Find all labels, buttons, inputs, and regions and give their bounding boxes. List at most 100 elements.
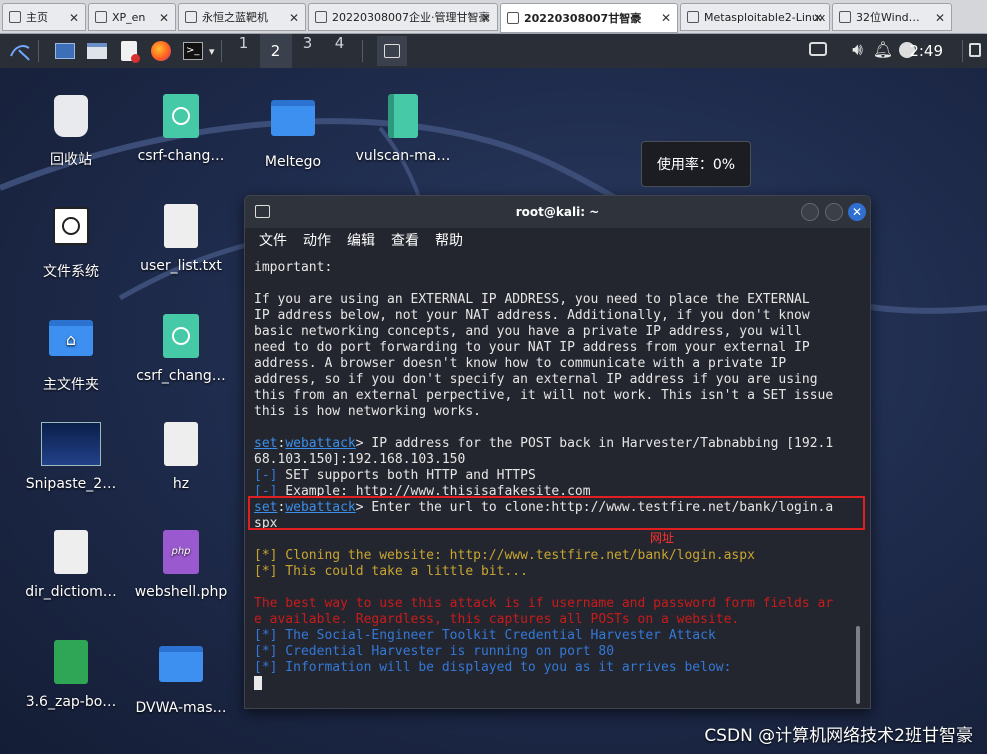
chevron-down-icon[interactable]: ▾ (209, 45, 215, 58)
workspace-3[interactable]: 3 (292, 34, 324, 68)
terminal-line: need to do port forwarding to your NAT I… (254, 340, 845, 356)
workspace-4[interactable]: 4 (324, 34, 356, 68)
menu-item[interactable]: 帮助 (435, 228, 463, 254)
desktop-icon-label: vulscan-ma… (355, 148, 451, 164)
terminal-title: root@kali: ~ (515, 205, 600, 219)
highlight-label: 网址 (650, 531, 675, 545)
desktop-icon-label: 3.6_zap-bo… (25, 694, 117, 710)
host-tab[interactable]: XP_en ✕ (88, 3, 176, 31)
terminal-text: SET supports both HTTP and HTTPS (277, 468, 536, 483)
terminal-line: If you are using an EXTERNAL IP ADDRESS,… (254, 292, 845, 308)
host-tab-bar: 主页 ✕ XP_en ✕ 永恒之蓝靶机 ✕ 20220308007企业·管理甘智豪 ✕ 2022… (0, 0, 987, 34)
desktop-icon[interactable]: Meltego (238, 92, 348, 170)
terminal-scrollbar[interactable] (856, 626, 860, 704)
terminal-text: IP address below, not your NAT address. … (254, 308, 810, 323)
desktop-icon[interactable]: ⌂ 主文件夹 (16, 312, 126, 394)
desktop-icon[interactable]: php webshell.php (126, 528, 236, 600)
usage-tooltip: 使用率：0% (641, 141, 751, 187)
desktop-icon-label: Meltego (264, 154, 322, 170)
host-tab-label: 20220308007企业·管理甘智豪 (332, 11, 490, 24)
terminal-cursor (254, 676, 262, 690)
vm-icon (95, 11, 107, 23)
vm-icon (687, 11, 699, 23)
desktop-icon[interactable]: vulscan-ma… (348, 92, 458, 164)
show-desktop-icon[interactable] (53, 39, 77, 63)
close-icon[interactable]: ✕ (813, 11, 823, 25)
desktop-icon[interactable]: user_list.txt (126, 202, 236, 274)
minimize-button[interactable] (801, 203, 819, 221)
image-file-icon (41, 422, 101, 470)
php-file-icon: php (159, 530, 203, 578)
desktop-icon[interactable]: csrf-chang… (126, 92, 236, 164)
terminal-window[interactable]: root@kali: ~ ✕ 文件 动作 编辑 查看 帮助 important: If y… (244, 195, 871, 709)
desktop-icon[interactable]: 文件系统 (16, 202, 126, 281)
close-button[interactable]: ✕ (848, 203, 866, 221)
terminal-text: [-] (254, 468, 278, 483)
host-tab[interactable]: Metasploitable2-Linux ✕ (680, 3, 830, 31)
text-editor-icon[interactable] (117, 39, 141, 63)
file-manager-icon[interactable] (85, 39, 109, 63)
close-icon[interactable]: ✕ (69, 11, 79, 25)
desktop-icon-label: webshell.php (134, 584, 228, 600)
terminal-text: If you are using an EXTERNAL IP ADDRESS,… (254, 292, 810, 307)
lock-icon[interactable] (969, 43, 981, 57)
host-tab-label: 永恒之蓝靶机 (202, 11, 268, 24)
close-icon[interactable]: ✕ (661, 11, 671, 25)
terminal-output[interactable]: important: If you are using an EXTERNAL I… (245, 258, 854, 708)
desktop-icon[interactable]: 回收站 (16, 92, 126, 169)
host-tab[interactable]: 20220308007甘智豪 ✕ (500, 3, 678, 33)
desktop-icon-label: dir_dictiom… (25, 584, 117, 600)
firefox-icon[interactable] (149, 39, 173, 63)
desktop-icon[interactable]: DVWA-mas… (126, 638, 236, 716)
maximize-button[interactable] (825, 203, 843, 221)
terminal-line: address, so if you don't specify an exte… (254, 372, 845, 388)
text-file-icon (159, 204, 203, 252)
host-tab[interactable]: 永恒之蓝靶机 ✕ (178, 3, 306, 31)
desktop-icon[interactable]: hz (126, 420, 236, 492)
terminal-text: webattack (285, 436, 356, 451)
workspace-1[interactable]: 1 (228, 34, 260, 68)
desktop-icon[interactable]: dir_dictiom… (16, 528, 126, 600)
menu-item[interactable]: 查看 (391, 228, 419, 254)
desktop-icon[interactable]: csrf_chang… (126, 312, 236, 384)
close-icon[interactable]: ✕ (935, 11, 945, 25)
host-tab[interactable]: 20220308007企业·管理甘智豪 ✕ (308, 3, 498, 31)
terminal-menubar: 文件 动作 编辑 查看 帮助 (245, 228, 870, 254)
desktop-icon-label: csrf-chang… (137, 148, 225, 164)
terminal-line: [*] Credential Harvester is running on p… (254, 644, 845, 660)
desktop-icon-label: 文件系统 (43, 264, 99, 280)
terminal-line: [*] Cloning the website: http://www.test… (254, 548, 845, 564)
close-icon[interactable]: ✕ (481, 11, 491, 25)
menu-item[interactable]: 编辑 (347, 228, 375, 254)
terminal-line: this is how networking works. (254, 404, 845, 420)
terminal-line: basic networking concepts, and you have … (254, 324, 845, 340)
host-tab[interactable]: 主页 ✕ (2, 3, 86, 31)
notification-bell-icon[interactable]: 🔔︎ (873, 40, 893, 59)
desktop-icon-label: 主文件夹 (43, 377, 99, 393)
terminal-line: this from an external perpective, it wil… (254, 388, 845, 404)
screenshot-icon[interactable] (809, 42, 827, 56)
desktop-icon[interactable]: 3.6_zap-bo… (16, 638, 126, 710)
zip-file-icon (381, 94, 425, 142)
terminal-text: set (254, 436, 278, 451)
terminal-launcher-icon[interactable]: >_ (181, 39, 205, 63)
clock[interactable]: 2:49 (909, 34, 943, 68)
terminal-text: [*] The Social-Engineer Toolkit Credenti… (254, 628, 716, 643)
desktop-icon-label: 回收站 (50, 152, 92, 168)
terminal-line: address. A browser doesn't know how to c… (254, 356, 845, 372)
vm-icon (839, 11, 851, 23)
volume-icon[interactable]: 🔊︎ (852, 40, 863, 60)
host-tab[interactable]: 32位Wind… ✕ (832, 3, 952, 31)
menu-item[interactable]: 文件 (259, 228, 287, 254)
terminal-titlebar[interactable]: root@kali: ~ ✕ (245, 196, 870, 228)
menu-item[interactable]: 动作 (303, 228, 331, 254)
desktop-icon[interactable]: Snipaste_2… (16, 420, 126, 492)
kali-menu-icon[interactable] (8, 39, 32, 63)
desktop-icon-label: csrf_chang… (136, 368, 226, 384)
home-folder-icon: ⌂ (49, 320, 93, 368)
close-icon[interactable]: ✕ (289, 11, 299, 25)
workspace-2[interactable]: 2 (259, 34, 292, 68)
taskbar-terminal-icon[interactable] (376, 36, 407, 66)
close-icon[interactable]: ✕ (159, 11, 169, 25)
